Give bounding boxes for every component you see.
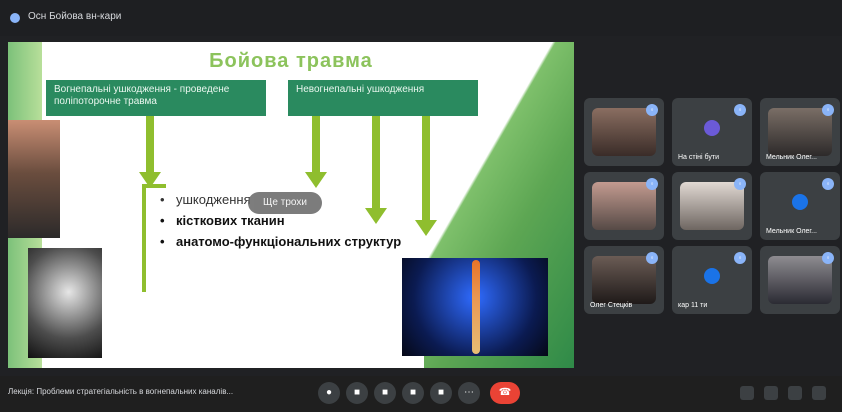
participant-name: На стіні бути — [678, 154, 719, 161]
bottom-toolbar: Лекція: Проблеми стратегіальність в вогн… — [0, 376, 842, 412]
speech-bubble: Ще трохи — [248, 192, 322, 214]
info-icon[interactable] — [740, 386, 754, 400]
raise-hand-button[interactable]: ■ — [430, 382, 452, 404]
mic-icon: ◦ — [822, 178, 834, 190]
participant-name: кар 11 ти — [678, 302, 708, 309]
participant-name: Олег Стецків — [590, 302, 633, 309]
avatar — [792, 194, 808, 210]
participant-tile[interactable]: ◦ кар 11 ти — [672, 246, 752, 314]
mic-icon: ◦ — [734, 104, 746, 116]
bullet-anatomical-structures: анатомо-функціональних структур — [158, 234, 401, 249]
mic-icon: ◦ — [734, 252, 746, 264]
participant-tile[interactable]: ◦ — [760, 246, 840, 314]
bullet-bone-tissue: кісткових тканин — [158, 213, 401, 228]
mic-icon: ◦ — [822, 252, 834, 264]
people-icon[interactable] — [764, 386, 778, 400]
meeting-title: Осн Бойова вн-кари — [28, 11, 122, 22]
participant-name: Мельник Олег... — [766, 228, 817, 235]
mic-icon: ◦ — [646, 252, 658, 264]
down-arrow — [139, 116, 161, 188]
mic-toggle-button[interactable]: ● — [318, 382, 340, 404]
activities-icon[interactable] — [812, 386, 826, 400]
participant-tile[interactable]: ◦ Мельник Олег... — [760, 172, 840, 240]
meeting-info: Лекція: Проблеми стратегіальність в вогн… — [8, 387, 234, 396]
top-bar: Осн Бойова вн-кари — [0, 0, 842, 36]
captions-button[interactable]: ■ — [374, 382, 396, 404]
mic-icon: ◦ — [646, 178, 658, 190]
avatar — [704, 120, 720, 136]
participant-tile[interactable]: ◦ — [584, 98, 664, 166]
chat-icon[interactable] — [788, 386, 802, 400]
present-button[interactable]: ■ — [402, 382, 424, 404]
app-icon — [10, 13, 20, 23]
camera-toggle-button[interactable]: ■ — [346, 382, 368, 404]
participant-tile[interactable]: ◦ Олег Стецків — [584, 246, 664, 314]
injury-photo — [8, 120, 60, 238]
participant-tile[interactable]: ◦ Мельник Олег... — [760, 98, 840, 166]
participant-tile[interactable]: ◦ — [584, 172, 664, 240]
participant-tile[interactable]: ◦ На стіні бути — [672, 98, 752, 166]
nongunshot-injury-box: Невогнепальні ушкодження — [288, 80, 478, 116]
mic-icon: ◦ — [734, 178, 746, 190]
gunshot-injury-box: Вогнепальні ушкодження - проведене поліп… — [46, 80, 266, 116]
participant-tile[interactable]: ◦ — [672, 172, 752, 240]
down-arrow — [305, 116, 327, 188]
mic-icon: ◦ — [646, 104, 658, 116]
more-options-button[interactable]: ⋯ — [458, 382, 480, 404]
leave-call-button[interactable]: ☎ — [490, 382, 520, 404]
down-arrow — [415, 116, 437, 236]
slide-title: Бойова травма — [209, 50, 373, 72]
presentation-slide: Бойова травма Вогнепальні ушкодження - п… — [8, 42, 574, 368]
avatar — [704, 268, 720, 284]
participant-name: Мельник Олег... — [766, 154, 817, 161]
mic-icon: ◦ — [822, 104, 834, 116]
xray-photo — [28, 248, 102, 358]
spine-highlight — [472, 260, 480, 354]
